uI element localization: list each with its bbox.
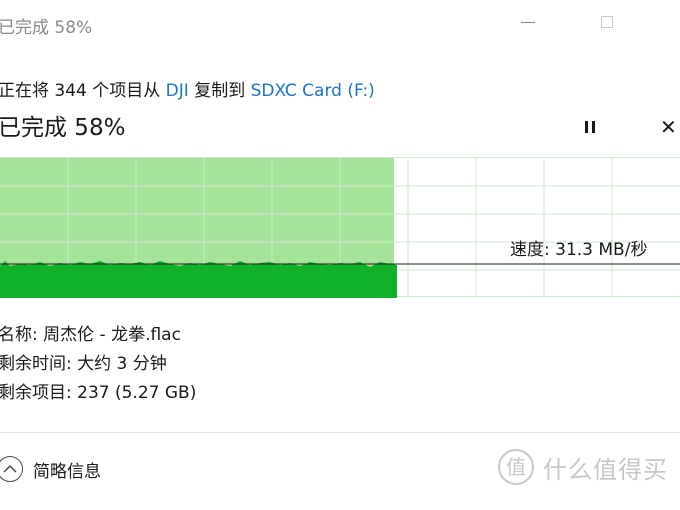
copy-prefix: 正在将 344 个项目从 bbox=[0, 81, 166, 101]
items-remaining-line: 剩余项目: 237 (5.27 GB) bbox=[0, 383, 197, 403]
fewer-details-label: 简略信息 bbox=[33, 461, 101, 482]
speed-history-area bbox=[0, 261, 397, 298]
svg-text:值: 值 bbox=[506, 455, 526, 479]
progress-label: 已完成 58% bbox=[0, 115, 126, 141]
time-remaining-line: 剩余时间: 大约 3 分钟 bbox=[0, 354, 167, 374]
watermark-text: 什么值得买 bbox=[543, 455, 668, 484]
watermark: 值 什么值得买 bbox=[497, 448, 668, 486]
pause-icon bbox=[585, 121, 588, 133]
zhi-logo-icon: 值 bbox=[498, 449, 534, 485]
copy-description: 正在将 344 个项目从 DJI 复制到 SDXC Card (F:) bbox=[0, 76, 375, 101]
maximize-button[interactable] bbox=[601, 16, 613, 28]
pause-icon-bar bbox=[592, 121, 595, 133]
close-icon[interactable]: ✕ bbox=[660, 116, 680, 138]
speed-label: 速度: 31.3 MB/秒 bbox=[510, 240, 648, 260]
destination-link[interactable]: SDXC Card (F:) bbox=[251, 81, 375, 101]
chevron-up-icon bbox=[0, 456, 23, 482]
source-link[interactable]: DJI bbox=[166, 81, 189, 101]
copy-middle: 复制到 bbox=[188, 81, 251, 101]
speed-graph-svg bbox=[0, 158, 680, 298]
speed-graph bbox=[0, 157, 680, 298]
fewer-details-button[interactable]: 简略信息 bbox=[0, 452, 101, 486]
window-title: 已完成 58% bbox=[0, 18, 93, 38]
minimize-button[interactable] bbox=[521, 22, 535, 23]
pause-button[interactable] bbox=[580, 118, 600, 136]
name-line: 名称: 周杰伦 - 龙拳.flac bbox=[0, 325, 181, 345]
divider bbox=[0, 432, 680, 433]
